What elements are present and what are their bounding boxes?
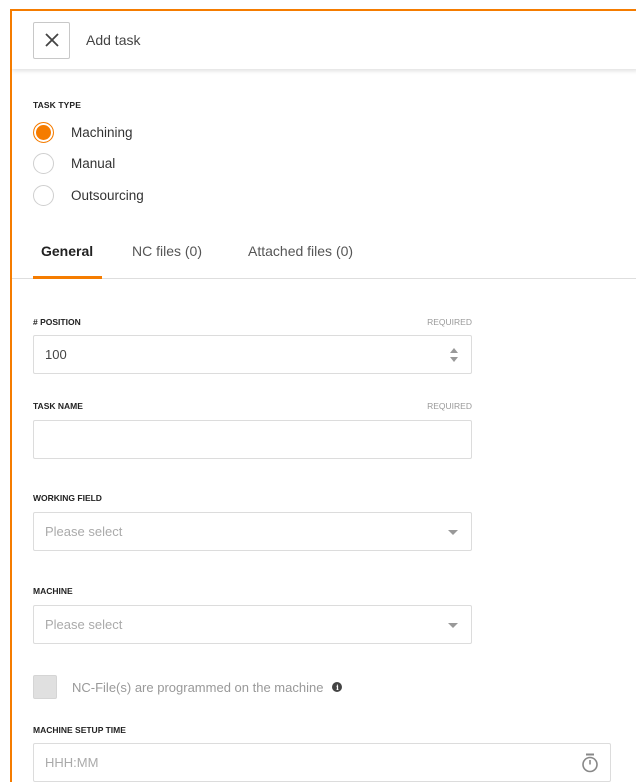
close-icon (44, 33, 59, 47)
info-icon[interactable]: i (332, 682, 343, 692)
machine-select[interactable]: Please select (33, 605, 472, 644)
nc-programmed-checkbox[interactable] (33, 675, 57, 699)
nc-programmed-row: NC-File(s) are programmed on the machine… (33, 675, 343, 699)
position-value: 100 (45, 347, 67, 362)
radio-outsourcing[interactable]: Outsourcing (33, 185, 144, 206)
close-button[interactable] (33, 21, 70, 59)
setup-time-input[interactable]: HHH:MM (33, 743, 611, 782)
tab-attached-files[interactable]: Attached files (0) (248, 243, 353, 259)
chevron-down-icon (448, 623, 458, 628)
chevron-down-icon (448, 530, 458, 535)
position-label: # POSITION (33, 317, 81, 327)
machine-placeholder: Please select (45, 617, 123, 632)
radio-label: Manual (71, 156, 116, 171)
radio-button[interactable] (33, 122, 54, 143)
working-field-placeholder: Please select (45, 524, 123, 539)
add-task-panel: Add task TASK TYPE Machining Manual Outs… (10, 9, 636, 782)
tab-bar: General NC files (0) Attached files (0) (12, 233, 636, 279)
setup-time-placeholder: HHH:MM (45, 755, 99, 770)
task-type-label: TASK TYPE (33, 100, 81, 110)
tab-nc-files[interactable]: NC files (0) (132, 243, 202, 259)
stepper-icon[interactable] (449, 346, 459, 364)
task-name-input[interactable] (33, 420, 472, 459)
radio-label: Machining (71, 125, 133, 140)
required-label: REQUIRED (427, 317, 472, 327)
active-tab-indicator (33, 276, 102, 279)
machine-label: MACHINE (33, 586, 73, 596)
working-field-label: WORKING FIELD (33, 493, 102, 503)
setup-time-label: MACHINE SETUP TIME (33, 725, 126, 735)
radio-button[interactable] (33, 153, 54, 174)
task-name-label: TASK NAME (33, 401, 83, 411)
radio-button[interactable] (33, 185, 54, 206)
tab-general[interactable]: General (41, 243, 93, 259)
working-field-select[interactable]: Please select (33, 512, 472, 551)
radio-machining[interactable]: Machining (33, 122, 133, 143)
required-label: REQUIRED (427, 401, 472, 411)
radio-manual[interactable]: Manual (33, 153, 115, 174)
nc-programmed-label: NC-File(s) are programmed on the machine (72, 679, 324, 695)
radio-label: Outsourcing (71, 188, 144, 203)
page-title: Add task (86, 32, 141, 48)
position-input[interactable]: 100 (33, 335, 472, 374)
panel-header: Add task (12, 11, 636, 69)
timer-icon[interactable] (581, 753, 599, 773)
